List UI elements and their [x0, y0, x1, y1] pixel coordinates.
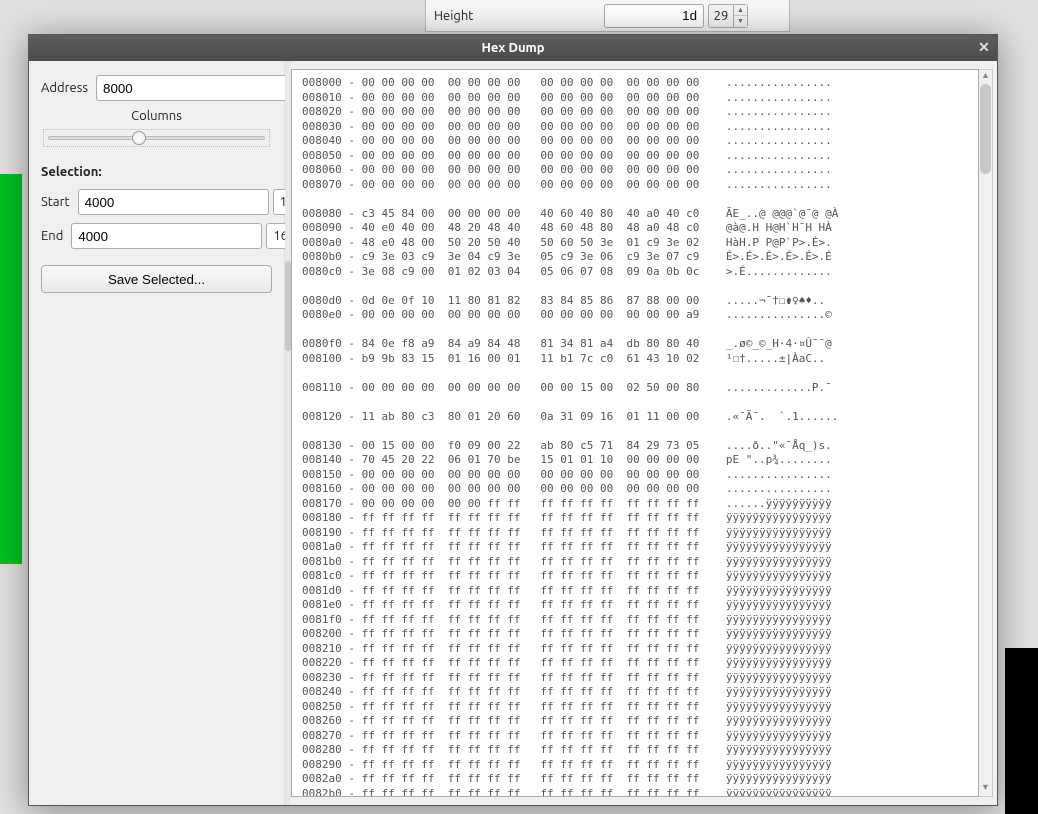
- start-label: Start: [41, 195, 70, 209]
- columns-slider[interactable]: [43, 129, 270, 147]
- chevron-up-icon[interactable]: ▲: [734, 5, 747, 17]
- hex-dump-view[interactable]: 008000 - 00 00 00 00 00 00 00 00 00 00 0…: [291, 69, 979, 797]
- height-label: Height: [434, 9, 604, 23]
- height-step-value: 29: [708, 4, 734, 28]
- address-input[interactable]: [96, 75, 287, 101]
- left-panel: Address 32768 ▲ ▼ Columns Selection:: [29, 61, 285, 805]
- chevron-up-icon[interactable]: ▲: [979, 70, 992, 84]
- chevron-down-icon[interactable]: ▼: [734, 16, 747, 27]
- address-label: Address: [41, 81, 88, 95]
- close-icon[interactable]: ✕: [975, 39, 993, 57]
- slider-thumb[interactable]: [132, 131, 146, 145]
- background-black-strip: [1005, 648, 1038, 814]
- vertical-scrollbar[interactable]: ▲ ▼: [979, 69, 993, 797]
- height-stepper[interactable]: 29 ▲ ▼: [708, 4, 748, 28]
- background-green-strip: [0, 174, 22, 564]
- start-input[interactable]: [78, 189, 269, 215]
- end-label: End: [41, 229, 63, 243]
- selection-heading: Selection:: [41, 165, 272, 179]
- slider-track: [48, 136, 265, 140]
- columns-label: Columns: [41, 109, 272, 123]
- window-title: Hex Dump: [481, 41, 544, 55]
- hex-dump-window: Hex Dump ✕ Address 32768 ▲ ▼ Columns: [28, 34, 998, 806]
- height-input[interactable]: [604, 4, 704, 28]
- chevron-down-icon[interactable]: ▼: [979, 782, 992, 796]
- scrollbar-track[interactable]: [979, 84, 992, 782]
- end-input[interactable]: [71, 223, 262, 249]
- save-selected-button[interactable]: Save Selected...: [41, 265, 272, 293]
- background-property-row: Height 29 ▲ ▼: [425, 0, 790, 32]
- window-titlebar[interactable]: Hex Dump ✕: [29, 35, 997, 61]
- scrollbar-thumb[interactable]: [980, 84, 991, 174]
